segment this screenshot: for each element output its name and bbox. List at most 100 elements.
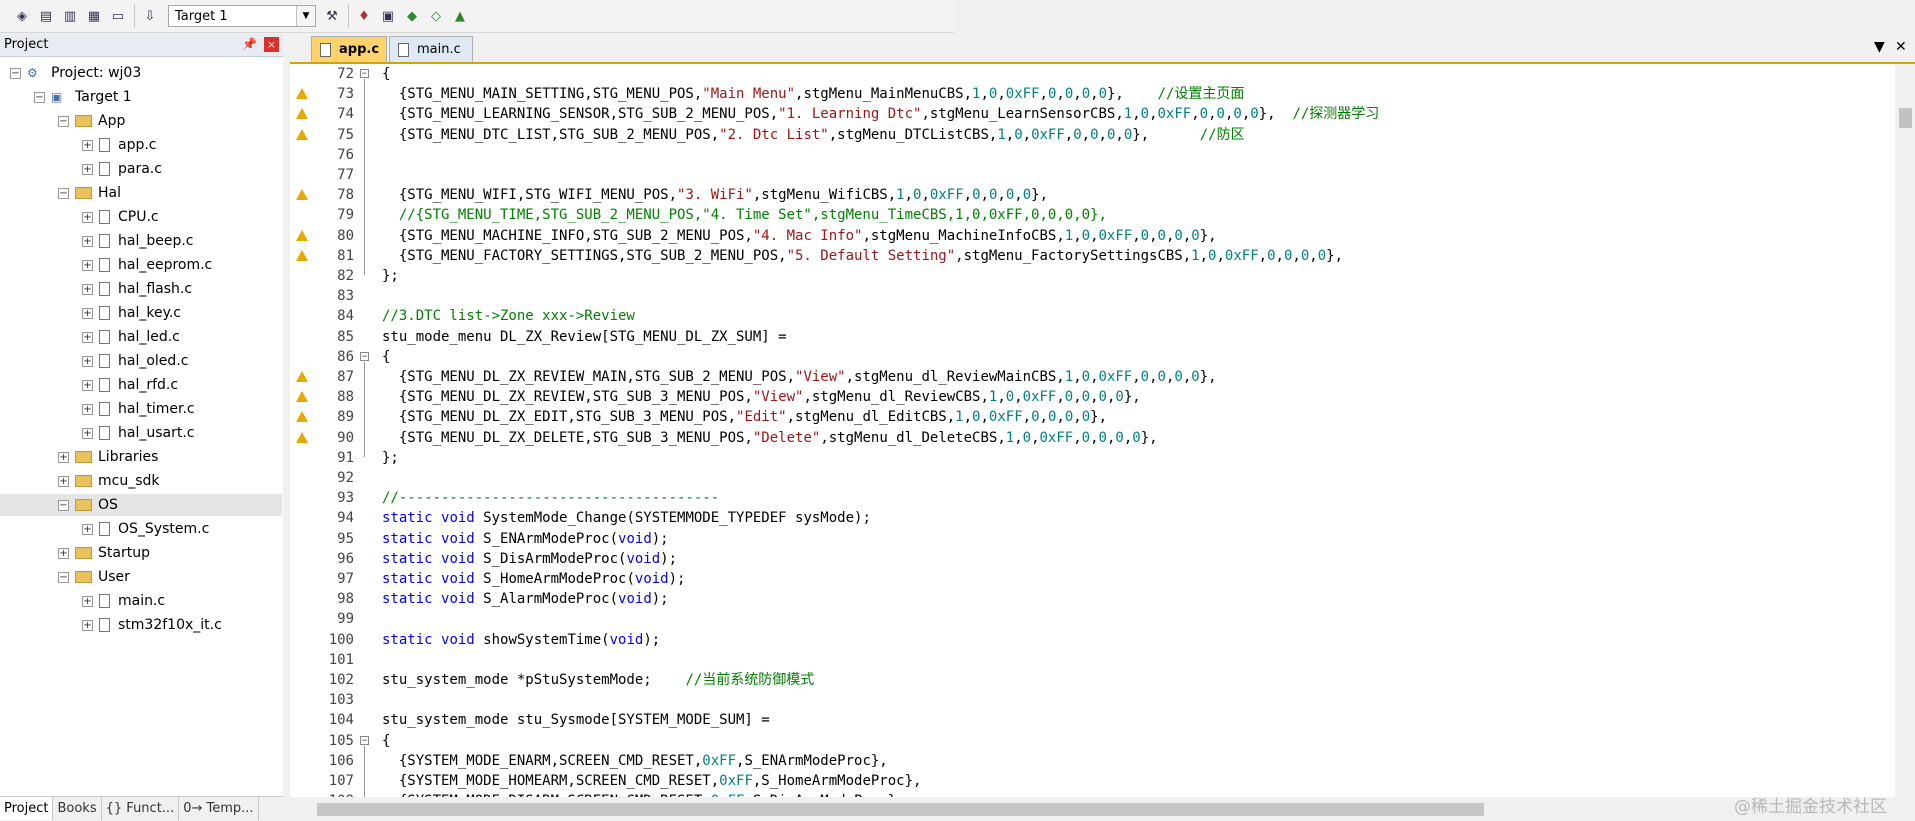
code-line[interactable]: 83 — [290, 286, 1895, 306]
expand-icon[interactable]: + — [58, 547, 69, 559]
code-line[interactable]: 77 — [290, 165, 1895, 185]
pack-installer-icon[interactable]: ▣ — [378, 6, 398, 26]
pin-icon[interactable]: 📌 — [242, 37, 257, 51]
tree-item[interactable]: + hal_eeprom.c — [0, 254, 282, 276]
stop-build-icon[interactable]: ▭ — [108, 6, 128, 26]
debug-icon[interactable]: ▲ — [450, 6, 470, 26]
tree-item[interactable]: − OS — [0, 494, 282, 516]
warning-icon[interactable] — [296, 391, 308, 403]
warning-icon[interactable] — [296, 431, 308, 443]
code-line[interactable]: 99 — [290, 609, 1895, 629]
build-icon[interactable]: ▤ — [36, 6, 56, 26]
code-line[interactable]: 107 {SYSTEM_MODE_HOMEARM,SCREEN_CMD_RESE… — [290, 771, 1895, 791]
collapse-icon[interactable]: − — [58, 499, 69, 511]
warning-icon[interactable] — [296, 128, 308, 140]
expand-icon[interactable]: + — [82, 523, 93, 535]
code-line[interactable]: 86− { — [290, 347, 1895, 367]
expand-icon[interactable]: + — [82, 139, 93, 151]
code-line[interactable]: 101 — [290, 650, 1895, 670]
tree-item[interactable]: + hal_key.c — [0, 302, 282, 324]
editor-vertical-scrollbar[interactable] — [1895, 64, 1915, 797]
warning-icon[interactable] — [296, 249, 308, 261]
translate-icon[interactable]: ◈ — [12, 6, 32, 26]
expand-icon[interactable]: + — [82, 235, 93, 247]
warning-icon[interactable] — [296, 108, 308, 120]
code-line[interactable]: 97 static void S_HomeArmModeProc(void); — [290, 569, 1895, 589]
tree-item[interactable]: + hal_rfd.c — [0, 374, 282, 396]
code-line[interactable]: 80 {STG_MENU_MACHINE_INFO,STG_SUB_2_MENU… — [290, 226, 1895, 246]
tree-item[interactable]: + Libraries — [0, 446, 282, 468]
panel-splitter[interactable] — [283, 34, 290, 820]
options-icon[interactable]: ⚒ — [322, 6, 342, 26]
expand-icon[interactable]: + — [82, 595, 93, 607]
tree-item[interactable]: + para.c — [0, 158, 282, 180]
code-line[interactable]: 84 //3.DTC list->Zone xxx->Review — [290, 306, 1895, 326]
fold-icon[interactable]: − — [360, 735, 369, 745]
scrollbar-thumb[interactable] — [1899, 108, 1912, 128]
close-tab-icon[interactable]: ✕ — [1895, 39, 1907, 55]
expand-icon[interactable]: + — [82, 283, 93, 295]
code-line[interactable]: 87 {STG_MENU_DL_ZX_REVIEW_MAIN,STG_SUB_2… — [290, 367, 1895, 387]
code-line[interactable]: 95 static void S_ENArmModeProc(void); — [290, 529, 1895, 549]
tab-project[interactable]: Project — [0, 797, 54, 820]
code-line[interactable]: 78 {STG_MENU_WIFI,STG_WIFI_MENU_POS,"3. … — [290, 185, 1895, 205]
target-select[interactable]: Target 1 ▼ — [168, 5, 316, 27]
code-line[interactable]: 92 — [290, 468, 1895, 488]
tab-templates[interactable]: 0→ Temp... — [179, 797, 259, 820]
code-line[interactable]: 88 {STG_MENU_DL_ZX_REVIEW,STG_SUB_3_MENU… — [290, 387, 1895, 407]
fold-icon[interactable]: − — [360, 69, 369, 79]
code-line[interactable]: 96 static void S_DisArmModeProc(void); — [290, 549, 1895, 569]
tree-item[interactable]: + CPU.c — [0, 206, 282, 228]
code-line[interactable]: 75 {STG_MENU_DTC_LIST,STG_SUB_2_MENU_POS… — [290, 125, 1895, 145]
tree-item[interactable]: + mcu_sdk — [0, 470, 282, 492]
tab-main-c[interactable]: main.c — [389, 36, 473, 62]
tree-item[interactable]: + app.c — [0, 134, 282, 156]
code-line[interactable]: 104 stu_system_mode stu_Sysmode[SYSTEM_MO… — [290, 710, 1895, 730]
expand-icon[interactable]: + — [82, 403, 93, 415]
rebuild-icon[interactable]: ▥ — [60, 6, 80, 26]
expand-icon[interactable]: + — [82, 259, 93, 271]
tree-item[interactable]: − Hal — [0, 182, 282, 204]
expand-icon[interactable]: + — [82, 307, 93, 319]
expand-icon[interactable]: + — [58, 475, 69, 487]
code-line[interactable]: 100 static void showSystemTime(void); — [290, 630, 1895, 650]
code-line[interactable]: 73 {STG_MENU_MAIN_SETTING,STG_MENU_POS,"… — [290, 84, 1895, 104]
download-icon[interactable]: ⇩ — [140, 6, 160, 26]
tab-list-icon[interactable]: ▼ — [1874, 39, 1885, 55]
expand-icon[interactable]: + — [82, 331, 93, 343]
collapse-icon[interactable]: − — [34, 91, 45, 103]
code-line[interactable]: 105− { — [290, 731, 1895, 751]
code-line[interactable]: 103 — [290, 690, 1895, 710]
batch-build-icon[interactable]: ▦ — [84, 6, 104, 26]
expand-icon[interactable]: + — [82, 379, 93, 391]
tree-item[interactable]: + main.c — [0, 590, 282, 612]
code-line[interactable]: 98 static void S_AlarmModeProc(void); — [290, 589, 1895, 609]
expand-icon[interactable]: + — [82, 211, 93, 223]
warning-icon[interactable] — [296, 229, 308, 241]
code-line[interactable]: 94 static void SystemMode_Change(SYSTEMMO… — [290, 508, 1895, 528]
code-line[interactable]: 82}; — [290, 266, 1895, 286]
code-line[interactable]: 81 {STG_MENU_FACTORY_SETTINGS,STG_SUB_2_… — [290, 246, 1895, 266]
expand-icon[interactable]: + — [58, 451, 69, 463]
tree-item[interactable]: − ⚙ Project: wj03 — [0, 62, 282, 84]
fold-icon[interactable]: − — [360, 351, 369, 361]
code-line[interactable]: 79 //{STG_MENU_TIME,STG_SUB_2_MENU_POS,"… — [290, 205, 1895, 225]
expand-icon[interactable]: + — [82, 163, 93, 175]
editor-horizontal-scrollbar[interactable] — [290, 797, 1895, 820]
code-editor[interactable]: 72−{73 {STG_MENU_MAIN_SETTING,STG_MENU_P… — [290, 64, 1895, 797]
collapse-icon[interactable]: − — [58, 187, 69, 199]
code-line[interactable]: 85 stu_mode_menu DL_ZX_Review[STG_MENU_DL… — [290, 327, 1895, 347]
warning-icon[interactable] — [296, 88, 308, 100]
manage-components-icon[interactable]: ♦ — [354, 6, 374, 26]
tree-item[interactable]: − App — [0, 110, 282, 132]
code-line[interactable]: 74 {STG_MENU_LEARNING_SENSOR,STG_SUB_2_M… — [290, 104, 1895, 124]
tree-item[interactable]: + OS_System.c — [0, 518, 282, 540]
code-line[interactable]: 72− { — [290, 64, 1895, 84]
select-packs-icon[interactable]: ◆ — [402, 6, 422, 26]
scrollbar-thumb[interactable] — [317, 803, 1484, 816]
expand-icon[interactable]: + — [82, 355, 93, 367]
collapse-icon[interactable]: − — [10, 67, 21, 79]
tree-item[interactable]: + hal_flash.c — [0, 278, 282, 300]
tree-item[interactable]: + hal_beep.c — [0, 230, 282, 252]
code-line[interactable]: 91}; — [290, 448, 1895, 468]
